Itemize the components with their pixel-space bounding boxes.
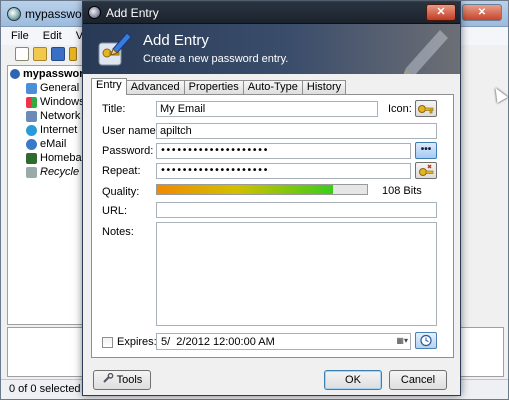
password-quality-fill [157, 185, 334, 194]
bank-icon [26, 152, 37, 164]
tab-entry[interactable]: Entry [91, 78, 127, 95]
network-icon [26, 110, 37, 122]
pen-watermark-icon [403, 30, 448, 74]
menu-edit[interactable]: Edit [43, 30, 62, 42]
password-label: Password: [102, 145, 154, 157]
key-icon [418, 105, 434, 114]
tree-item-windows[interactable]: Windows [26, 96, 85, 108]
quality-bits-text: 108 Bits [382, 185, 422, 197]
mouse-cursor-icon [490, 84, 508, 104]
tab-history[interactable]: History [301, 80, 347, 95]
app-logo-icon [7, 7, 21, 21]
status-text: 0 of 0 selected [9, 383, 81, 395]
tree-item-internet[interactable]: Internet [26, 124, 77, 136]
dialog-titlebar[interactable]: Add Entry ✕ [83, 2, 460, 24]
dialog-title: Add Entry [106, 6, 159, 20]
dialog-close-button[interactable]: ✕ [426, 4, 456, 21]
tab-advanced[interactable]: Advanced [125, 80, 185, 95]
menu-file[interactable]: File [11, 30, 29, 42]
email-icon [26, 138, 37, 150]
windows-logo-icon [26, 96, 37, 108]
tree-item-label: Network [40, 110, 81, 122]
password-field[interactable]: •••••••••••••••••••• [156, 143, 411, 159]
title-field[interactable]: My Email [156, 101, 378, 117]
expiry-date-value: 5/ 2/2012 12:00:00 AM [161, 336, 275, 348]
banner-title: Add Entry [143, 32, 209, 49]
save-icon[interactable] [51, 47, 65, 61]
group-tree: mypasswords General Windows Network Inte… [7, 65, 108, 325]
tools-button[interactable]: Tools [93, 370, 151, 390]
username-field[interactable]: apiltch [156, 123, 437, 139]
clock-icon [420, 334, 432, 347]
repeat-password-label: Repeat: [102, 165, 141, 177]
password-generator-icon [419, 164, 434, 176]
database-icon [10, 69, 20, 79]
globe-icon [26, 124, 37, 136]
add-entry-dialog: Add Entry ✕ Add Entry Create a new passw… [82, 1, 461, 396]
tree-item-network[interactable]: Network [26, 110, 80, 122]
tree-item-email[interactable]: eMail [26, 138, 66, 150]
notes-label: Notes: [102, 226, 134, 238]
tree-item-label: Internet [40, 124, 78, 136]
tree-item-label: Windows [40, 96, 85, 108]
title-label: Title: [102, 103, 126, 115]
username-label: User name: [102, 125, 159, 137]
tab-properties[interactable]: Properties [183, 80, 244, 95]
folder-icon [26, 82, 37, 94]
expires-checkbox[interactable] [102, 337, 113, 348]
app-logo-icon [88, 6, 101, 19]
wrench-icon [103, 372, 114, 383]
dots-icon: ••• [420, 144, 432, 155]
tools-button-label: Tools [116, 374, 143, 386]
tab-auto-type[interactable]: Auto-Type [242, 80, 303, 95]
password-quality-bar [156, 184, 368, 195]
key-icon[interactable] [69, 47, 77, 61]
open-folder-icon[interactable] [33, 47, 47, 61]
close-button[interactable]: ✕ [462, 4, 502, 21]
recycle-bin-icon [26, 166, 37, 178]
generate-password-button[interactable] [415, 162, 437, 179]
url-label: URL: [102, 205, 128, 217]
tab-strip: Entry Advanced Properties Auto-Type Hist… [91, 78, 347, 95]
expiry-date-field[interactable]: 5/ 2/2012 12:00:00 AM ▦▾ [156, 333, 411, 350]
calendar-dropdown-icon[interactable]: ▦▾ [388, 336, 408, 347]
entry-tab-panel: Title: My Email Icon: User name: apiltch… [91, 94, 454, 358]
new-database-icon[interactable] [15, 47, 29, 61]
notes-textarea[interactable] [156, 222, 437, 326]
icon-picker-button[interactable] [415, 100, 437, 117]
tree-item-label: General [40, 82, 80, 94]
tree-item-label: eMail [40, 138, 67, 150]
banner-subtitle: Create a new password entry. [143, 53, 289, 65]
repeat-password-field[interactable]: •••••••••••••••••••• [156, 163, 411, 179]
url-field[interactable] [156, 202, 437, 218]
quality-label: Quality: [102, 186, 140, 198]
dialog-banner: Add Entry Create a new password entry. [83, 24, 460, 74]
expires-label: Expires: [117, 336, 157, 348]
expiry-presets-button[interactable] [415, 332, 437, 349]
toggle-password-visibility-button[interactable]: ••• [415, 142, 437, 159]
ok-button[interactable]: OK [324, 370, 382, 390]
icon-label: Icon: [388, 103, 412, 115]
cancel-button[interactable]: Cancel [389, 370, 447, 390]
key-pen-icon [98, 32, 132, 66]
tree-item-general[interactable]: General [26, 82, 79, 94]
